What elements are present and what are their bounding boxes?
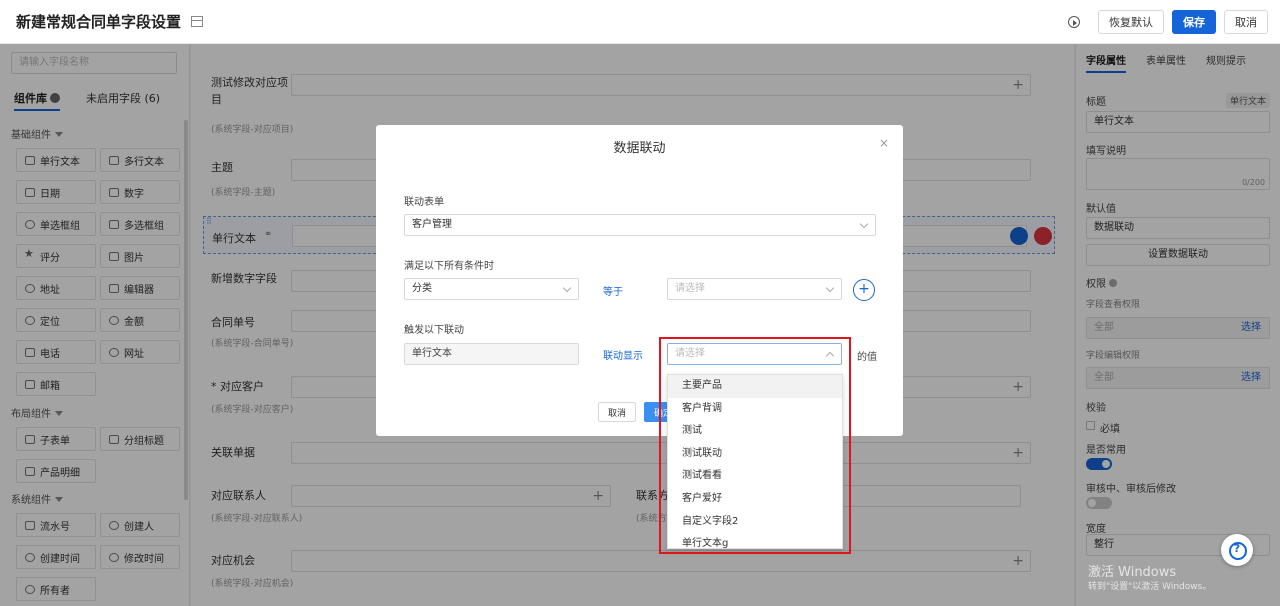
layout-icon[interactable] <box>191 16 204 27</box>
trigger-field-box: 单行文本 <box>404 343 579 365</box>
trigger-operator[interactable]: 联动显示 <box>603 347 643 362</box>
activation-watermark-subtitle: 转到"设置"以激活 Windows。 <box>1088 582 1212 592</box>
link-form-select[interactable]: 客户管理 <box>404 214 876 236</box>
question-icon: ? <box>1233 542 1241 555</box>
dropdown-option[interactable]: 自定义字段2 <box>668 511 842 534</box>
trigger-value-dropdown: 主要产品 客户背调 测试 测试联动 测试看看 客户爱好 自定义字段2 单行文本g <box>667 374 843 549</box>
dropdown-option[interactable]: 客户背调 <box>668 398 842 421</box>
condition-operator[interactable]: 等于 <box>603 283 623 298</box>
condition-label: 满足以下所有条件时 <box>404 261 494 272</box>
chevron-down-icon <box>859 219 869 229</box>
dialog-cancel-button[interactable]: 取消 <box>598 402 636 422</box>
help-button[interactable]: ? <box>1221 534 1253 566</box>
chevron-up-icon <box>825 351 835 361</box>
link-form-label: 联动表单 <box>404 197 444 208</box>
condition-value-select[interactable]: 请选择 <box>667 278 842 300</box>
dropdown-option[interactable]: 测试看看 <box>668 465 842 488</box>
dropdown-option[interactable]: 客户爱好 <box>668 488 842 511</box>
page-title: 新建常规合同单字段设置 <box>16 13 182 31</box>
restore-default-button[interactable]: 恢复默认 <box>1098 10 1164 34</box>
dropdown-option[interactable]: 主要产品 <box>668 375 842 398</box>
activation-watermark-title: 激活 Windows <box>1088 565 1177 580</box>
condition-field-select[interactable]: 分类 <box>404 278 579 300</box>
chevron-down-icon <box>825 283 835 293</box>
preview-play-icon[interactable] <box>1068 16 1080 28</box>
close-icon[interactable]: × <box>879 136 889 150</box>
cancel-button[interactable]: 取消 <box>1224 10 1268 34</box>
trigger-label: 触发以下联动 <box>404 325 464 336</box>
trigger-suffix: 的值 <box>857 352 877 363</box>
dialog-title: 数据联动 <box>613 141 666 156</box>
add-condition-button[interactable]: + <box>853 279 875 301</box>
trigger-value-select[interactable]: 请选择 <box>667 343 842 365</box>
dropdown-option[interactable]: 测试 <box>668 420 842 443</box>
save-button[interactable]: 保存 <box>1172 10 1216 34</box>
top-header: 新建常规合同单字段设置 恢复默认 保存 取消 <box>0 0 1280 44</box>
dropdown-option[interactable]: 测试联动 <box>668 443 842 466</box>
chevron-down-icon <box>562 283 572 293</box>
dropdown-option[interactable]: 单行文本g <box>668 533 842 548</box>
header-actions: 恢复默认 保存 取消 <box>1068 10 1268 34</box>
